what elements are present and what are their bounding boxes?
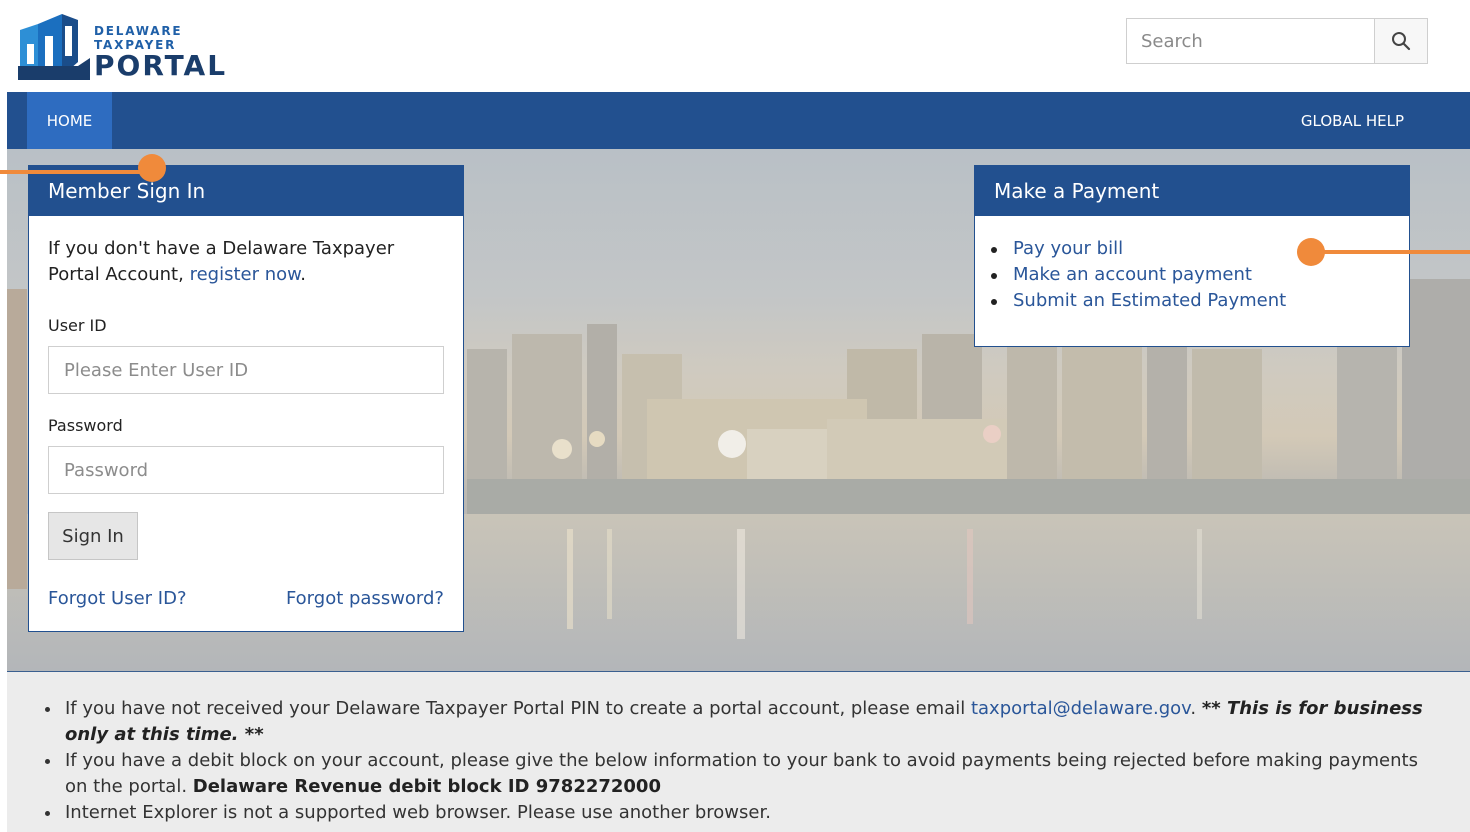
notice-pin: If you have not received your Delaware T… bbox=[45, 696, 1435, 748]
list-item: Pay your bill bbox=[990, 236, 1286, 262]
callout-marker-left bbox=[138, 154, 166, 182]
list-item: Make an account payment bbox=[990, 262, 1286, 288]
notice-browser: Internet Explorer is not a supported web… bbox=[45, 800, 1435, 826]
estimated-payment-link[interactable]: Submit an Estimated Payment bbox=[1013, 290, 1286, 311]
payment-links: Pay your bill Make an account payment Su… bbox=[990, 236, 1286, 314]
make-payment-panel: Make a Payment Pay your bill Make an acc… bbox=[974, 165, 1410, 347]
signin-button[interactable]: Sign In bbox=[48, 512, 138, 560]
notice-pin-text: If you have not received your Delaware T… bbox=[65, 698, 971, 719]
forgot-password-link[interactable]: Forgot password? bbox=[286, 588, 444, 609]
pay-bill-link[interactable]: Pay your bill bbox=[1013, 238, 1123, 259]
userid-input[interactable] bbox=[48, 346, 444, 394]
logo-text-delaware: DELAWARE bbox=[94, 24, 183, 38]
main-nav: HOME GLOBAL HELP bbox=[7, 92, 1470, 149]
notice-pin-sep: . bbox=[1190, 698, 1202, 719]
list-item: Submit an Estimated Payment bbox=[990, 288, 1286, 314]
debit-block-id: Delaware Revenue debit block ID 97822720… bbox=[192, 776, 661, 797]
logo-text-portal: PORTAL bbox=[94, 49, 228, 82]
nav-home[interactable]: HOME bbox=[27, 92, 112, 149]
member-signin-panel: Member Sign In If you don't have a Delaw… bbox=[28, 165, 464, 632]
userid-label: User ID bbox=[48, 316, 107, 335]
portal-logo[interactable]: DELAWARE TAXPAYER PORTAL bbox=[18, 10, 238, 84]
nav-global-help[interactable]: GLOBAL HELP bbox=[1301, 92, 1404, 149]
notices-list: If you have not received your Delaware T… bbox=[45, 696, 1435, 826]
password-input[interactable] bbox=[48, 446, 444, 494]
search-box bbox=[1126, 18, 1428, 64]
password-label: Password bbox=[48, 416, 123, 435]
forgot-userid-link[interactable]: Forgot User ID? bbox=[48, 588, 187, 609]
search-icon bbox=[1392, 32, 1411, 51]
notice-debit-block: If you have a debit block on your accoun… bbox=[45, 748, 1435, 800]
payment-panel-title: Make a Payment bbox=[975, 166, 1409, 216]
search-input[interactable] bbox=[1127, 19, 1377, 63]
register-intro: If you don't have a Delaware Taxpayer Po… bbox=[48, 236, 448, 288]
search-button[interactable] bbox=[1374, 19, 1427, 63]
header: DELAWARE TAXPAYER PORTAL bbox=[0, 0, 1470, 92]
callout-line-right bbox=[1310, 250, 1470, 254]
callout-line-left bbox=[0, 170, 150, 174]
account-payment-link[interactable]: Make an account payment bbox=[1013, 264, 1252, 285]
notices-section: If you have not received your Delaware T… bbox=[7, 671, 1470, 832]
logo-mark-icon bbox=[18, 14, 90, 80]
register-now-link[interactable]: register now bbox=[190, 264, 301, 285]
register-intro-end: . bbox=[300, 264, 306, 285]
callout-marker-right bbox=[1297, 238, 1325, 266]
taxportal-email-link[interactable]: taxportal@delaware.gov bbox=[971, 698, 1190, 719]
